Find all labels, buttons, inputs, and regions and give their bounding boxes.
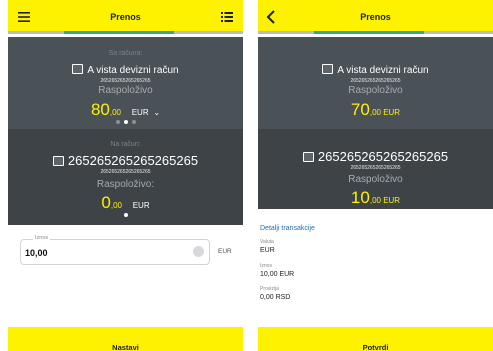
continue-button[interactable]: Nastavi <box>8 327 243 351</box>
detail-label: Valuta <box>260 239 274 245</box>
currency-select[interactable]: EUR <box>132 108 149 117</box>
to-account-name: 265265265265265265 <box>317 149 449 164</box>
card-icon <box>302 151 314 162</box>
to-currency: EUR <box>132 201 150 210</box>
page-title: Prenos <box>360 12 391 22</box>
from-account-number: 265265265265265265 <box>350 78 401 84</box>
to-label: Na račun: <box>110 141 141 148</box>
transfer-confirm-screen: Prenos A vista devizni račun 26526526526… <box>258 0 493 351</box>
confirm-button[interactable]: Potvrdi <box>258 327 493 351</box>
available-label: Raspoloživo <box>98 85 153 96</box>
from-account-card[interactable]: Sa računa: A vista devizni račun 2652652… <box>8 37 243 129</box>
detail-value: EUR <box>260 247 275 254</box>
page-title: Prenos <box>110 12 141 22</box>
available-amount: 70 <box>350 100 370 119</box>
to-account-card: 265265265265265265 265265265265265265 Ra… <box>258 129 493 209</box>
to-available-label: Raspoloživo: <box>96 179 155 190</box>
to-account-number: 265265265265265265 <box>100 169 151 175</box>
chevron-down-icon[interactable]: ⌄ <box>153 108 160 117</box>
card-icon <box>72 64 84 75</box>
available-label: Raspoloživo <box>348 85 403 96</box>
card-icon <box>322 64 334 75</box>
available-amount: 80 <box>90 100 110 119</box>
amount-input[interactable]: 10,00 <box>25 248 48 258</box>
to-account-name: 265265265265265265 <box>67 153 199 168</box>
amount-currency: EUR <box>218 248 232 255</box>
list-icon[interactable] <box>219 9 235 25</box>
detail-label: Provizija <box>260 286 279 292</box>
detail-value: 10,00 EUR <box>260 271 295 278</box>
amount-field[interactable]: Iznos 10,00 <box>20 235 210 265</box>
from-account-card: A vista devizni račun 265265265265265265… <box>258 37 493 129</box>
to-account-number: 265265265265265265 <box>350 165 401 171</box>
from-account-name: A vista devizni račun <box>87 65 179 76</box>
transfer-form-screen: Prenos Sa računa: A vista devizni račun … <box>8 0 243 351</box>
detail-label: Iznos <box>260 263 272 269</box>
top-bar: Prenos <box>8 0 243 34</box>
carousel-dots <box>8 213 243 217</box>
transaction-details-title: Detalji transakcije <box>260 225 315 232</box>
to-account-card[interactable]: Na račun: 265265265265265265 26526526526… <box>8 129 243 225</box>
from-account-number: 265265265265265265 <box>100 78 151 84</box>
top-bar: Prenos <box>258 0 493 34</box>
tab-indicator <box>8 31 243 34</box>
from-account-name: A vista devizni račun <box>337 65 429 76</box>
card-icon <box>52 155 64 166</box>
to-available-label: Raspoloživo <box>348 174 403 185</box>
to-available-amount: 0 <box>101 193 111 212</box>
amount-field-label: Iznos <box>33 235 51 241</box>
from-label: Sa računa: <box>108 50 143 57</box>
detail-value: 0,00 RSD <box>260 294 291 301</box>
clear-icon[interactable] <box>193 246 204 257</box>
tab-indicator <box>258 31 493 34</box>
carousel-dots <box>8 120 243 124</box>
to-available-amount: 10 <box>350 188 370 207</box>
